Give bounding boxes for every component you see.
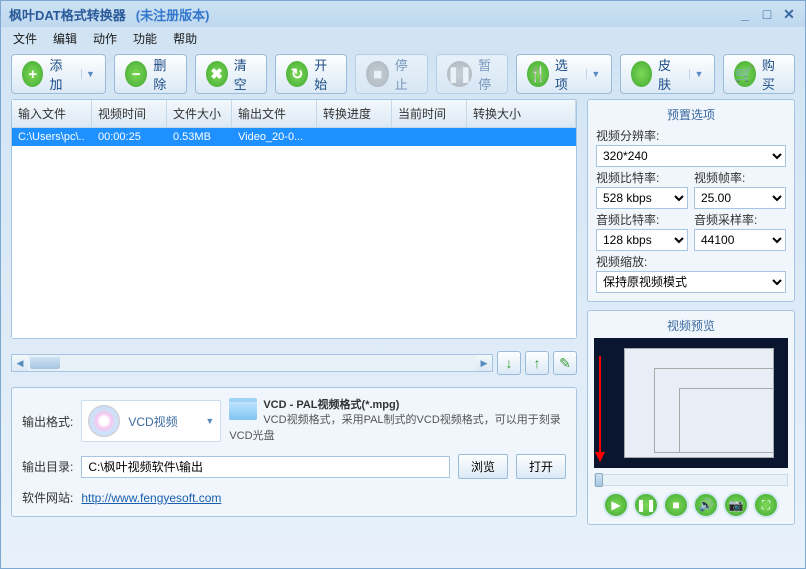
edit-item-button[interactable]: ✎ [553,351,577,375]
minus-icon: − [125,61,147,87]
slider-knob[interactable] [595,473,603,487]
preview-controls: ▶ ❚❚ ■ 🔊 📷 ⛶ [594,492,788,518]
scroll-thumb[interactable] [30,357,60,369]
output-panel: 输出格式: VCD视频 ▼ VCD - PAL视频格式(*.mpg) VCD视频… [11,387,577,517]
delete-button[interactable]: −删除 [114,54,186,94]
preview-panel: 视频预览 ▶ ❚❚ ■ 🔊 📷 ⛶ [587,310,795,525]
scroll-right-icon[interactable]: ▶ [476,355,492,371]
menu-action[interactable]: 动作 [87,28,123,49]
close-button[interactable]: ✕ [781,6,797,22]
col-input[interactable]: 输入文件 [12,100,92,127]
chevron-down-icon[interactable]: ▼ [689,69,703,79]
format-label: 输出格式: [22,413,73,430]
vbitrate-select[interactable]: 528 kbps [596,187,688,209]
website-link[interactable]: http://www.fengyesoft.com [81,491,221,505]
folder-icon [229,398,257,420]
skin-button[interactable]: 皮肤▼ [620,54,715,94]
app-title: 枫叶DAT格式转换器 [9,5,126,24]
snapshot-button[interactable]: 📷 [723,492,749,518]
preview-video [594,338,788,468]
col-size[interactable]: 文件大小 [167,100,232,127]
chevron-down-icon: ▼ [205,416,214,426]
list-controls: ◀ ▶ ↓ ↑ ✎ [11,347,577,379]
abitrate-label: 音频比特率: [596,211,688,228]
minimize-button[interactable]: _ [737,6,753,22]
window-controls: _ □ ✕ [737,6,797,22]
maximize-button[interactable]: □ [759,6,775,22]
col-duration[interactable]: 视频时间 [92,100,167,127]
options-button[interactable]: 🍴选项▼ [516,54,611,94]
add-button[interactable]: +添加▼ [11,54,106,94]
plus-icon: + [22,61,43,87]
app-window: 枫叶DAT格式转换器 (未注册版本) _ □ ✕ 文件 编辑 动作 功能 帮助 … [0,0,806,569]
move-down-button[interactable]: ↓ [497,351,521,375]
res-label: 视频分辨率: [596,127,786,144]
table-header: 输入文件 视频时间 文件大小 输出文件 转换进度 当前时间 转换大小 [12,100,576,128]
scale-label: 视频缩放: [596,253,786,270]
chevron-down-icon[interactable]: ▼ [586,69,600,79]
pause-preview-button[interactable]: ❚❚ [633,492,659,518]
clear-button[interactable]: ✖清空 [195,54,267,94]
fullscreen-button[interactable]: ⛶ [753,492,779,518]
stop-icon: ■ [366,61,388,87]
preview-title: 视频预览 [594,317,788,334]
cart-icon: 🛒 [734,61,756,87]
table-row[interactable]: C:\Users\pc\.. 00:00:25 0.53MB Video_20-… [12,128,576,146]
vfps-label: 视频帧率: [694,169,786,186]
pause-button[interactable]: ❚❚暂停 [436,54,508,94]
preview-slider[interactable] [594,474,788,486]
menu-file[interactable]: 文件 [7,28,43,49]
stop-button[interactable]: ■停止 [355,54,427,94]
outdir-label: 输出目录: [22,458,73,475]
refresh-icon: ↻ [286,61,308,87]
version-text: (未注册版本) [136,5,210,24]
play-button[interactable]: ▶ [603,492,629,518]
titlebar: 枫叶DAT格式转换器 (未注册版本) _ □ ✕ [1,1,805,27]
output-dir-input[interactable] [81,456,450,478]
format-selector[interactable]: VCD视频 ▼ [81,400,221,442]
apple-icon [631,61,652,87]
pause-icon: ❚❚ [447,61,472,87]
cd-icon [88,405,120,437]
preset-title: 预置选项 [596,106,786,123]
format-description: VCD - PAL视频格式(*.mpg) VCD视频格式，采用PAL制式的VCD… [229,398,566,444]
horizontal-scrollbar[interactable]: ◀ ▶ [11,354,493,372]
resolution-select[interactable]: 320*240 [596,145,786,167]
stop-preview-button[interactable]: ■ [663,492,689,518]
vfps-select[interactable]: 25.00 [694,187,786,209]
site-label: 软件网站: [22,489,73,506]
scroll-left-icon[interactable]: ◀ [12,355,28,371]
asample-select[interactable]: 44100 [694,229,786,251]
move-up-button[interactable]: ↑ [525,351,549,375]
menu-help[interactable]: 帮助 [167,28,203,49]
asample-label: 音频采样率: [694,211,786,228]
col-progress[interactable]: 转换进度 [317,100,392,127]
start-button[interactable]: ↻开始 [275,54,347,94]
browse-button[interactable]: 浏览 [458,454,508,479]
table-body[interactable]: C:\Users\pc\.. 00:00:25 0.53MB Video_20-… [12,128,576,338]
buy-button[interactable]: 🛒购买 [723,54,795,94]
mute-button[interactable]: 🔊 [693,492,719,518]
col-output[interactable]: 输出文件 [232,100,317,127]
tools-icon: 🍴 [527,61,548,87]
file-list-panel: 输入文件 视频时间 文件大小 输出文件 转换进度 当前时间 转换大小 C:\Us… [11,99,577,339]
col-convsize[interactable]: 转换大小 [467,100,576,127]
scale-select[interactable]: 保持原视频模式 [596,271,786,293]
preset-panel: 预置选项 视频分辨率: 320*240 视频比特率:528 kbps 视频帧率:… [587,99,795,302]
abitrate-select[interactable]: 128 kbps [596,229,688,251]
open-button[interactable]: 打开 [516,454,566,479]
menubar: 文件 编辑 动作 功能 帮助 [1,27,805,49]
clear-icon: ✖ [206,61,228,87]
vbitrate-label: 视频比特率: [596,169,688,186]
col-curtime[interactable]: 当前时间 [392,100,467,127]
menu-edit[interactable]: 编辑 [47,28,83,49]
chevron-down-icon[interactable]: ▼ [81,69,95,79]
toolbar: +添加▼ −删除 ✖清空 ↻开始 ■停止 ❚❚暂停 🍴选项▼ 皮肤▼ 🛒购买 [1,49,805,99]
menu-function[interactable]: 功能 [127,28,163,49]
arrow-annotation [599,356,601,461]
